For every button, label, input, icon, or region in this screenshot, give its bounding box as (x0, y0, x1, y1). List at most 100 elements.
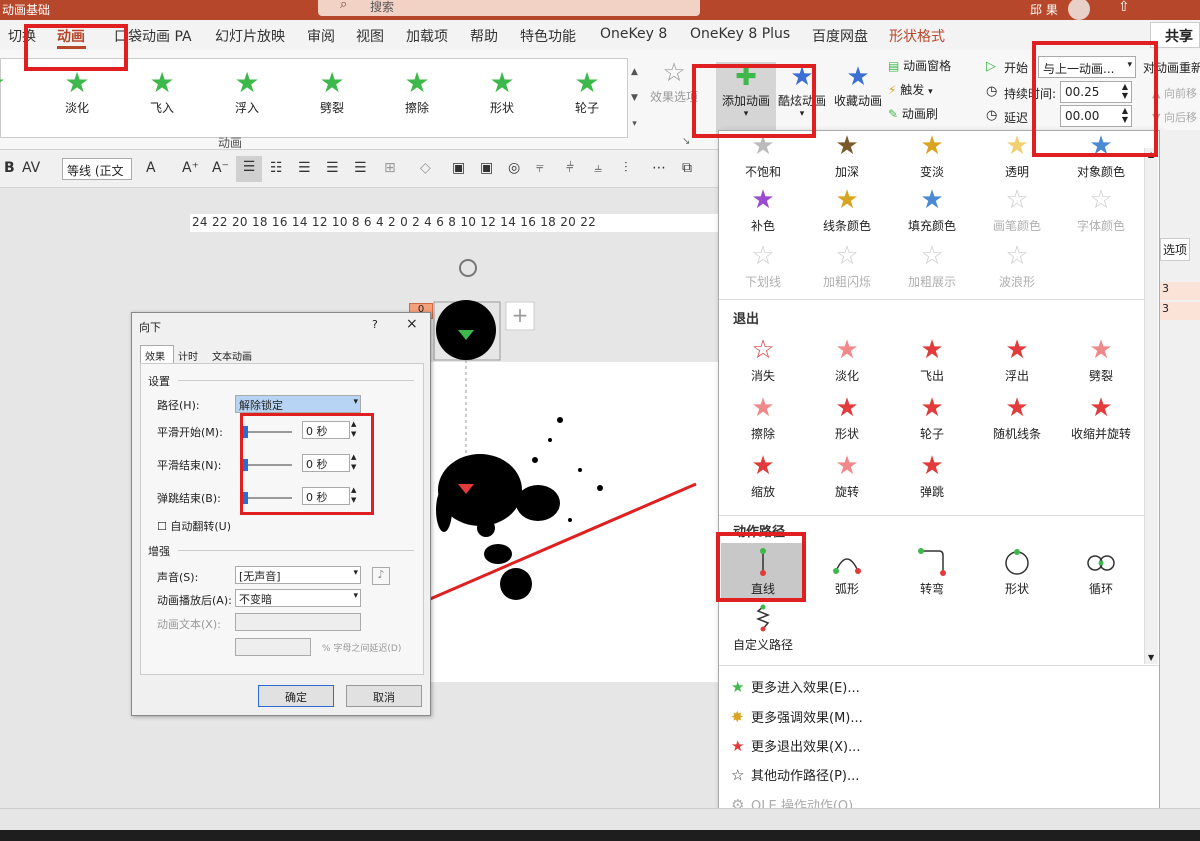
user-name[interactable]: 邱 果 (1030, 1, 1058, 18)
animate-text-select[interactable] (235, 613, 361, 631)
more-exit-effects[interactable]: ★ 更多退出效果(X)... (731, 736, 860, 755)
tab-animations[interactable]: 动画 (57, 26, 85, 46)
cool-animation-button[interactable]: ★ 酷炫动画 ▾ (776, 62, 828, 119)
smooth-start-slider[interactable] (242, 426, 292, 438)
effect-brush-color[interactable]: ☆ 画笔颜色 (975, 185, 1059, 234)
more-emphasis-effects[interactable]: ✸ 更多强调效果(M)... (731, 707, 863, 726)
slider-thumb[interactable] (242, 459, 248, 471)
ok-button[interactable]: 确定 (258, 685, 334, 707)
collect-animation-button[interactable]: ★ 收藏动画 (832, 62, 884, 109)
shape-icon[interactable]: ◇ (420, 160, 431, 176)
smooth-end-slider[interactable] (242, 459, 292, 471)
after-animation-select[interactable]: 不变暗 ▾ (235, 589, 361, 607)
help-button[interactable]: ? (372, 318, 378, 331)
spinner-icon[interactable]: ▲ ▼ (1122, 106, 1128, 124)
effect-line-color[interactable]: ★ 线条颜色 (805, 185, 889, 234)
avatar[interactable] (1068, 0, 1090, 20)
gallery-scroll[interactable]: ▲ ▼ ▾ (627, 59, 641, 137)
effect-zoom-out[interactable]: ★ 缩放 (721, 451, 805, 500)
move-later-button[interactable]: ▼ 向后移 (1152, 109, 1197, 125)
path-select[interactable]: 解除锁定 ▾ (235, 395, 361, 413)
ribbon-display-icon[interactable]: ⇧ (1118, 0, 1130, 15)
effect-wave[interactable]: ☆ 波浪形 (975, 241, 1059, 290)
align-justify-icon[interactable]: ☷ (270, 160, 283, 176)
tab-onekey8[interactable]: OneKey 8 (600, 26, 667, 42)
effect-darken[interactable]: ★ 加深 (805, 131, 889, 180)
arrange-icon[interactable]: ⧉ (682, 160, 692, 176)
spinner-icon[interactable]: ▲ ▼ (1122, 82, 1128, 100)
more-entrance-effects[interactable]: ★ 更多进入效果(E)... (731, 677, 860, 696)
animation-pane-button[interactable]: ▤ 动画窗格 (888, 57, 951, 74)
dialog-launcher-icon[interactable]: ↘ (682, 136, 690, 147)
effect-float-out[interactable]: ★ 浮出 (975, 335, 1059, 384)
increase-font-icon[interactable]: A⁺ (182, 160, 199, 176)
align-bottom-icon[interactable]: ⫨ (594, 160, 602, 176)
textbox-icon[interactable]: ▣ (452, 160, 465, 176)
effect-disappear[interactable]: ☆ 消失 (721, 335, 805, 384)
gallery-item-none[interactable]: ★无 (0, 67, 23, 116)
effect-wheel-out[interactable]: ★ 轮子 (890, 393, 974, 442)
effect-complementary-color[interactable]: ★ 补色 (721, 185, 805, 234)
spinner-icon[interactable]: ▲ ▼ (351, 485, 356, 505)
align-center-icon[interactable]: ☰ (236, 156, 262, 182)
close-button[interactable]: × (406, 316, 418, 332)
effect-object-color[interactable]: ★ 对象颜色 (1059, 131, 1143, 180)
distribute-vertical-icon[interactable]: ⫶ (624, 160, 628, 176)
gallery-item-wipe[interactable]: ★ 擦除 (387, 67, 447, 116)
distribute-horizontal-icon[interactable]: ⋯ (652, 160, 666, 176)
effect-wipe-out[interactable]: ★ 擦除 (721, 393, 805, 442)
spinner-icon[interactable]: ▲ ▼ (351, 452, 356, 472)
menu-scrollbar[interactable]: ▲ ▼ (1144, 148, 1158, 664)
align-right-icon[interactable]: ☰ (326, 160, 339, 176)
tab-transitions[interactable]: 切换 (8, 26, 36, 46)
start-select[interactable]: 与上一动画... ▾ (1038, 56, 1136, 78)
effect-fill-color[interactable]: ★ 填充颜色 (890, 185, 974, 234)
tab-onekey8-plus[interactable]: OneKey 8 Plus (690, 26, 790, 42)
decrease-font-icon[interactable]: A⁻ (212, 160, 229, 176)
effect-options-button[interactable]: ☆ 效果选项 (648, 58, 700, 105)
align-top-icon[interactable]: ⫧ (536, 160, 544, 176)
move-earlier-button[interactable]: ▲ 向前移 (1152, 85, 1197, 101)
effect-shape-out[interactable]: ★ 形状 (805, 393, 889, 442)
gallery-item-split[interactable]: ★ 劈裂 (302, 67, 362, 116)
search-box[interactable]: ⌕ 搜索 (318, 0, 700, 16)
effect-fly-out[interactable]: ★ 飞出 (890, 335, 974, 384)
tab-slideshow[interactable]: 幻灯片放映 (215, 26, 285, 46)
effect-font-color[interactable]: ☆ 字体颜色 (1059, 185, 1143, 234)
tab-features[interactable]: 特色功能 (520, 26, 576, 46)
group-icon[interactable]: ◎ (508, 160, 520, 176)
more-motion-paths[interactable]: ☆ 其他动作路径(P)... (731, 765, 859, 784)
path-loop[interactable]: 循环 (1059, 547, 1143, 597)
delay-input[interactable]: 00.00 ▲ ▼ (1060, 105, 1132, 127)
bounce-end-input[interactable]: 0 秒 (302, 487, 350, 505)
effect-underline[interactable]: ☆ 下划线 (721, 241, 805, 290)
gallery-item-wheel[interactable]: ★ 轮子 (557, 67, 617, 116)
effect-fade-out[interactable]: ★ 淡化 (805, 335, 889, 384)
trigger-button[interactable]: ⚡ 触发 ▾ (888, 81, 933, 98)
tab-help[interactable]: 帮助 (470, 26, 498, 46)
path-line[interactable]: 直线 (721, 543, 805, 599)
animation-list-item[interactable]: 3 (1160, 302, 1200, 320)
tab-view[interactable]: 视图 (356, 26, 384, 46)
effect-bold-flash[interactable]: ☆ 加粗闪烁 (805, 241, 889, 290)
tab-addins[interactable]: 加载项 (406, 26, 448, 46)
effect-desaturate[interactable]: ★ 不饱和 (721, 131, 805, 180)
options-button[interactable]: 选项 (1160, 238, 1191, 261)
align-left-icon[interactable]: ☰ (298, 160, 311, 176)
path-custom[interactable]: 自定义路径 (721, 603, 805, 653)
chevron-up-icon[interactable]: ▲ (1148, 150, 1154, 159)
tab-pocket-animation[interactable]: 口袋动画 PA (114, 26, 192, 46)
effect-spin-out[interactable]: ★ 旋转 (805, 451, 889, 500)
share-button[interactable]: 共享 (1150, 22, 1200, 48)
effect-bounce-out[interactable]: ★ 弹跳 (890, 451, 974, 500)
path-turn[interactable]: 转弯 (890, 547, 974, 597)
auto-reverse-checkbox[interactable]: ☐ 自动翻转(U) (157, 518, 231, 534)
smooth-start-input[interactable]: 0 秒 (302, 421, 350, 439)
path-arc[interactable]: 弧形 (805, 547, 889, 597)
smooth-end-input[interactable]: 0 秒 (302, 454, 350, 472)
effect-transparency[interactable]: ★ 透明 (975, 131, 1059, 180)
tab-review[interactable]: 审阅 (307, 26, 335, 46)
effect-shrink-turn[interactable]: ★ 收缩并旋转 (1059, 393, 1143, 442)
tab-timing[interactable]: 计时 (178, 348, 198, 363)
cancel-button[interactable]: 取消 (346, 685, 422, 707)
